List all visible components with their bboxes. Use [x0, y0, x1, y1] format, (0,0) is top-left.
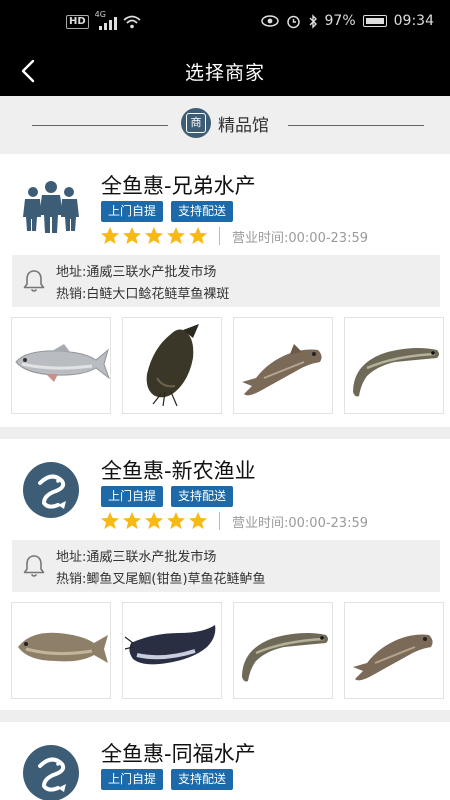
delivery-tag: 支持配送 [171, 769, 234, 790]
product-thumbnails [11, 602, 444, 699]
star-icon [145, 512, 163, 529]
card-separator [0, 427, 450, 439]
grass-carp-image[interactable] [344, 317, 444, 414]
shop-card[interactable]: 全鱼惠-同福水产 上门自提 支持配送 [0, 722, 450, 800]
shop-name: 全鱼惠-同福水产 [101, 742, 256, 766]
shop-card[interactable]: 全鱼惠-新农渔业 上门自提 支持配送 营业时间:00:00-23:59 地址:通… [0, 439, 450, 711]
star-icon [189, 512, 207, 529]
bighead-carp-image[interactable] [233, 317, 333, 414]
rating-row: 营业时间:00:00-23:59 [100, 226, 368, 246]
section-title: 精品馆 [218, 116, 269, 136]
shop-card[interactable]: 全鱼惠-兄弟水产 上门自提 支持配送 营业时间:00:00-23:59 地址:通… [0, 154, 450, 427]
crucian-carp-image[interactable] [11, 602, 111, 699]
nav-bar: 选择商家 [0, 46, 450, 96]
star-icon [101, 512, 119, 529]
rating-divider [219, 512, 220, 530]
grass-carp-image[interactable] [233, 602, 333, 699]
bell-icon [23, 555, 45, 577]
delivery-tag: 支持配送 [171, 486, 234, 507]
shop-tags: 上门自提 支持配送 [101, 486, 234, 507]
hd-indicator: HD [66, 15, 89, 29]
status-right: 97% 09:34 [260, 13, 434, 29]
shop-name: 全鱼惠-兄弟水产 [101, 174, 256, 198]
section-header: 商 精品馆 [0, 96, 450, 154]
shop-tags: 上门自提 支持配送 [101, 201, 234, 222]
section-divider-left [32, 125, 168, 126]
delivery-tag: 支持配送 [171, 201, 234, 222]
wifi-icon [123, 15, 141, 29]
shop-info-box: 地址:通威三联水产批发市场 热销:鲫鱼叉尾鮰(钳鱼)草鱼花鲢鲈鱼 [12, 540, 440, 592]
battery-percent: 97% [324, 13, 356, 29]
shop-tags: 上门自提 支持配送 [101, 769, 234, 790]
product-thumbnails [11, 317, 444, 414]
star-icon [189, 227, 207, 244]
pickup-tag: 上门自提 [101, 201, 164, 222]
alarm-icon [286, 15, 300, 28]
page-title: 选择商家 [184, 62, 265, 84]
bell-icon [23, 270, 45, 292]
card-separator [0, 710, 450, 722]
clock: 09:34 [393, 13, 434, 29]
battery-icon [362, 15, 387, 27]
bluetooth-icon [309, 13, 317, 29]
pickup-tag: 上门自提 [101, 769, 164, 790]
shop-info-box: 地址:通威三联水产批发市场 热销:白鲢大口鲶花鲢草鱼裸斑 [12, 255, 440, 307]
hot-sales: 热销:白鲢大口鲶花鲢草鱼裸斑 [56, 287, 230, 302]
star-icon [167, 227, 185, 244]
hot-sales: 热销:鲫鱼叉尾鮰(钳鱼)草鱼花鲢鲈鱼 [56, 572, 266, 587]
star-icon [123, 227, 141, 244]
fish-circle-logo-icon [23, 462, 79, 518]
shop-address: 地址:通威三联水产批发市场 [56, 265, 217, 280]
channel-catfish-image[interactable] [122, 602, 222, 699]
top-bar: HD 4G 97% 09:34 选择商家 [0, 0, 450, 96]
business-hours: 营业时间:00:00-23:59 [232, 515, 368, 531]
star-icon [145, 227, 163, 244]
shop-badge-icon: 商 [181, 108, 211, 138]
pickup-tag: 上门自提 [101, 486, 164, 507]
shop-address: 地址:通威三联水产批发市场 [56, 550, 217, 565]
people-group-icon [23, 181, 79, 233]
rating-divider [219, 227, 220, 245]
star-rating [100, 511, 208, 531]
fish-circle-logo-icon [23, 745, 79, 800]
signal-icon: 4G [95, 10, 117, 30]
rating-row: 营业时间:00:00-23:59 [100, 511, 368, 531]
silver-carp-image[interactable] [11, 317, 111, 414]
eye-icon [260, 15, 279, 27]
star-icon [101, 227, 119, 244]
badge-char: 商 [186, 113, 206, 133]
bighead-carp-image[interactable] [344, 602, 444, 699]
shop-name: 全鱼惠-新农渔业 [101, 459, 256, 483]
star-rating [100, 226, 208, 246]
section-divider-right [288, 125, 424, 126]
star-icon [123, 512, 141, 529]
catfish-image[interactable] [122, 317, 222, 414]
business-hours: 营业时间:00:00-23:59 [232, 230, 368, 246]
star-icon [167, 512, 185, 529]
status-bar: HD 4G 97% 09:34 [0, 0, 450, 46]
status-left: HD 4G [66, 10, 141, 30]
